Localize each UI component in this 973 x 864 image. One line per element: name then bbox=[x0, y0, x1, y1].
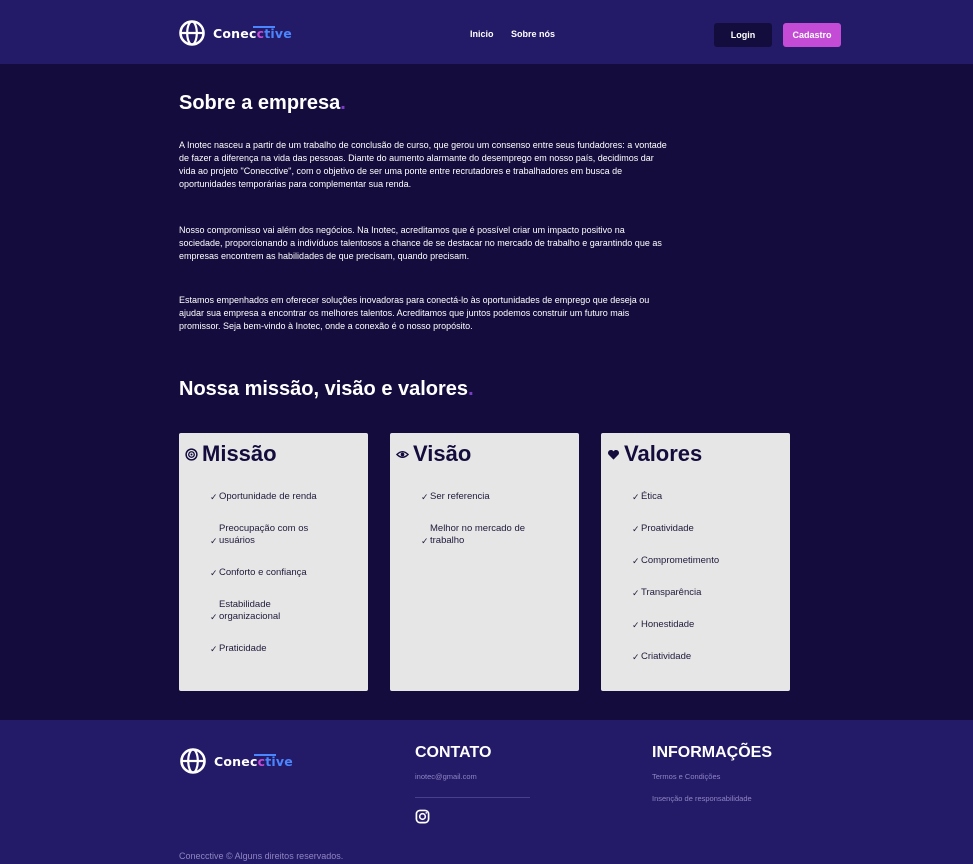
check-icon: ✓ bbox=[210, 568, 218, 578]
brand-underline bbox=[253, 25, 275, 28]
header-logo[interactable]: Conecctive bbox=[178, 19, 292, 47]
values-list: ✓ Ética ✓ Proatividade ✓ Comprometimento ✓ T… bbox=[632, 491, 772, 683]
list-item-text: Honestidade bbox=[641, 619, 695, 630]
check-icon: ✓ bbox=[210, 536, 218, 546]
list-item: ✓ Melhor no mercado de trabalho bbox=[421, 523, 556, 547]
check-icon: ✓ bbox=[632, 492, 640, 502]
mission-card: Missão ✓ Oportunidade de renda ✓ Preocupaç… bbox=[179, 433, 368, 691]
footer-logo[interactable]: Conecctive bbox=[179, 747, 293, 775]
about-paragraph-3: Estamos empenhados em oferecer soluções … bbox=[179, 295, 650, 331]
list-item: ✓ Estabilidade organizacional bbox=[210, 599, 320, 623]
list-item-text: Transparência bbox=[641, 587, 702, 598]
list-item: ✓ Transparência bbox=[632, 587, 772, 599]
brand-part-1: Conec bbox=[214, 753, 258, 769]
about-title-dot: . bbox=[340, 92, 346, 114]
eye-icon bbox=[396, 450, 409, 458]
contato-heading: CONTATO bbox=[415, 744, 492, 761]
brand-underline bbox=[254, 753, 276, 756]
about-paragraph-2: Nosso compromisso vai além dos negócios.… bbox=[179, 225, 662, 261]
about-title-text: Sobre a empresa bbox=[179, 92, 341, 114]
contact-email[interactable]: inotec@gmail.com bbox=[415, 772, 477, 781]
list-item: ✓ Preocupação com os usuários bbox=[210, 523, 340, 547]
list-item-text: Preocupação com os usuários bbox=[219, 523, 309, 546]
check-icon: ✓ bbox=[632, 524, 640, 534]
mission-list: ✓ Oportunidade de renda ✓ Preocupação com … bbox=[210, 491, 350, 675]
mission-card-heading: Missão bbox=[202, 441, 277, 466]
check-icon: ✓ bbox=[421, 492, 429, 502]
about-paragraph-1: A Inotec nasceu a partir de um trabalho … bbox=[179, 140, 667, 189]
list-item: ✓ Proatividade bbox=[632, 523, 772, 535]
list-item-text: Conforto e confiança bbox=[219, 567, 307, 578]
list-item: ✓ Comprometimento bbox=[632, 555, 772, 567]
check-icon: ✓ bbox=[210, 492, 218, 502]
mission-card-title: Missão bbox=[185, 441, 277, 467]
mission-title: Nossa missão, visão e valores. bbox=[179, 378, 474, 401]
values-card-title: Valores bbox=[607, 441, 702, 467]
list-item-text: Melhor no mercado de trabalho bbox=[430, 523, 526, 546]
list-item-text: Oportunidade de renda bbox=[219, 491, 317, 502]
mission-title-dot: . bbox=[468, 378, 474, 400]
list-item-text: Ser referencia bbox=[430, 491, 490, 502]
list-item: ✓ Honestidade bbox=[632, 619, 772, 631]
values-card: Valores ✓ Ética ✓ Proatividade ✓ Comprometi… bbox=[601, 433, 790, 691]
brand-name: Conecctive bbox=[213, 25, 292, 41]
check-icon: ✓ bbox=[632, 588, 640, 598]
list-item: ✓ Oportunidade de renda bbox=[210, 491, 350, 503]
vision-card-title: Visão bbox=[396, 441, 471, 467]
login-button[interactable]: Login bbox=[714, 23, 772, 47]
globe-icon bbox=[179, 20, 205, 46]
list-item: ✓ Conforto e confiança bbox=[210, 567, 350, 579]
brand-name: Conecctive bbox=[214, 753, 293, 769]
check-icon: ✓ bbox=[210, 644, 218, 654]
copyright-text: Conecctive © Alguns direitos reservados. bbox=[179, 851, 344, 861]
mission-title-text: Nossa missão, visão e valores bbox=[179, 378, 469, 400]
vision-list: ✓ Ser referencia ✓ Melhor no mercado de tr… bbox=[421, 491, 561, 567]
brand-part-3: tive bbox=[265, 753, 293, 769]
check-icon: ✓ bbox=[421, 536, 429, 546]
top-navbar: Conecctive Inicio Sobre nós Login Cadast… bbox=[0, 0, 973, 64]
list-item: ✓ Criatividade bbox=[632, 651, 772, 663]
brand-part-1: Conec bbox=[213, 25, 257, 41]
list-item: ✓ Praticidade bbox=[210, 643, 350, 655]
target-icon bbox=[185, 447, 198, 461]
cadastro-button[interactable]: Cadastro bbox=[783, 23, 841, 47]
globe-icon bbox=[180, 748, 206, 774]
isencao-link[interactable]: Insenção de responsabilidade bbox=[652, 794, 752, 803]
check-icon: ✓ bbox=[210, 612, 218, 622]
values-card-heading: Valores bbox=[624, 441, 703, 466]
heart-icon bbox=[608, 449, 619, 460]
footer: Conecctive CONTATO inotec@gmail.com INFO… bbox=[0, 720, 973, 864]
nav-sobre-nos[interactable]: Sobre nós bbox=[511, 29, 555, 39]
check-icon: ✓ bbox=[632, 620, 640, 630]
list-item: ✓ Ética bbox=[632, 491, 772, 503]
nav-inicio[interactable]: Inicio bbox=[470, 29, 494, 39]
list-item-text: Estabilidade organizacional bbox=[219, 599, 281, 622]
vision-card-heading: Visão bbox=[413, 441, 472, 466]
check-icon: ✓ bbox=[632, 556, 640, 566]
list-item-text: Ética bbox=[641, 491, 663, 502]
contact-divider bbox=[415, 797, 530, 798]
termos-link[interactable]: Termos e Condições bbox=[652, 772, 720, 781]
list-item-text: Praticidade bbox=[219, 643, 267, 654]
check-icon: ✓ bbox=[632, 652, 640, 662]
about-title: Sobre a empresa. bbox=[179, 92, 346, 115]
vision-card: Visão ✓ Ser referencia ✓ Melhor no mercado… bbox=[390, 433, 579, 691]
list-item-text: Proatividade bbox=[641, 523, 694, 534]
list-item-text: Comprometimento bbox=[641, 555, 720, 566]
instagram-icon[interactable] bbox=[415, 809, 430, 824]
brand-part-3: tive bbox=[264, 25, 292, 41]
list-item-text: Criatividade bbox=[641, 651, 692, 662]
informacoes-heading: INFORMAÇÕES bbox=[652, 744, 772, 761]
list-item: ✓ Ser referencia bbox=[421, 491, 561, 503]
